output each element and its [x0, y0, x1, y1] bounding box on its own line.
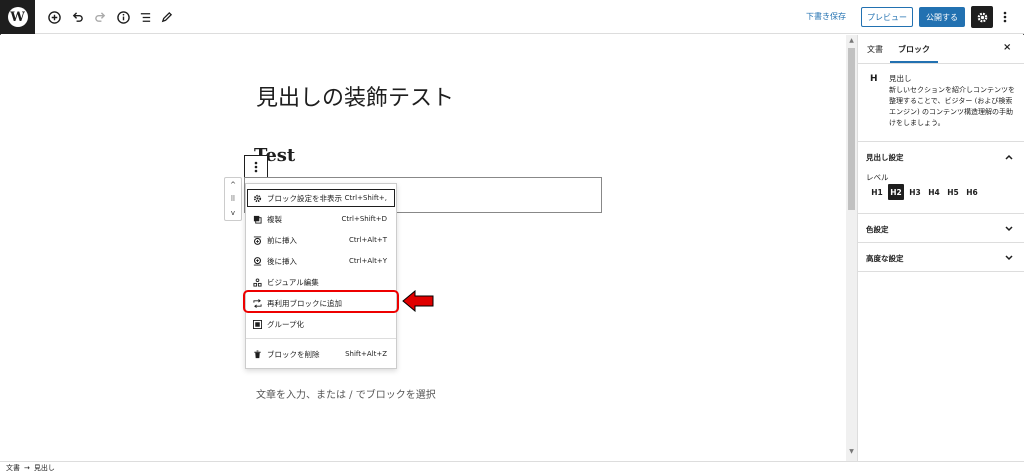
pencil-icon	[161, 11, 172, 22]
redo-icon	[94, 11, 105, 22]
chevron-down-icon: v	[230, 209, 236, 217]
breadcrumb-item-document[interactable]: 文書	[6, 463, 20, 473]
menu-item-shortcut: Ctrl+Alt+Y	[349, 257, 387, 265]
move-up-button[interactable]: ^	[225, 178, 241, 192]
level-h5-button[interactable]: H5	[945, 184, 961, 200]
wordpress-logo[interactable]: W	[0, 0, 35, 34]
breadcrumb-item-heading[interactable]: 見出し	[34, 463, 55, 473]
panel-title: 高度な設定	[866, 254, 904, 263]
sidebar-tabs: 文書 ブロック ×	[858, 35, 1024, 64]
level-h6-button[interactable]: H6	[964, 184, 980, 200]
menu-item-duplicate[interactable]: 複製 Ctrl+Shift+D	[246, 209, 396, 229]
list-view-icon	[140, 12, 150, 22]
level-h3-button[interactable]: H3	[907, 184, 923, 200]
breadcrumb: 文書 → 見出し	[0, 461, 1024, 474]
menu-item-label: ブロック設定を非表示	[267, 193, 342, 203]
preview-button[interactable]: プレビュー	[861, 7, 913, 27]
active-tab-indicator	[890, 61, 938, 63]
settings-button[interactable]	[971, 6, 993, 28]
menu-item-label: 後に挿入	[267, 256, 297, 266]
gear-icon	[977, 12, 987, 22]
editor-toolbar: W 下書き保存 プレビュー 公開する	[0, 0, 1024, 34]
chevron-down-icon	[1005, 226, 1013, 232]
save-draft-link[interactable]: 下書き保存	[806, 11, 846, 22]
wordpress-logo-icon: W	[7, 7, 28, 27]
list-view-button[interactable]	[136, 8, 154, 26]
heading-level-selector: H1 H2 H3 H4 H5 H6	[869, 184, 980, 200]
menu-item-label: ブロックを削除	[267, 349, 320, 359]
undo-icon	[72, 11, 83, 22]
insert-after-icon	[253, 256, 261, 266]
paragraph-placeholder[interactable]: 文章を入力、または / でブロックを選択	[256, 386, 436, 401]
menu-divider	[246, 338, 396, 339]
visual-edit-icon	[252, 277, 262, 287]
annotation-highlight-box	[243, 290, 399, 313]
menu-item-label: 前に挿入	[267, 235, 297, 245]
level-h4-button[interactable]: H4	[926, 184, 942, 200]
tools-button[interactable]	[157, 8, 175, 26]
gear-icon	[253, 194, 261, 202]
panel-advanced[interactable]: 高度な設定	[858, 243, 1024, 272]
trash-icon	[253, 349, 261, 358]
menu-item-shortcut: Ctrl+Shift+D	[341, 215, 388, 223]
drag-handle[interactable]: ⠿	[225, 192, 241, 206]
block-options-button[interactable]	[244, 155, 268, 177]
info-icon	[116, 10, 130, 24]
insert-before-icon	[253, 235, 261, 245]
panel-title[interactable]: 見出し設定	[866, 152, 904, 163]
drag-handle-icon: ⠿	[230, 195, 236, 203]
canvas-scrollbar-thumb[interactable]	[848, 48, 855, 210]
close-sidebar-button[interactable]: ×	[1003, 42, 1011, 53]
block-card-title: 見出し	[889, 74, 912, 83]
plus-circle-icon	[47, 10, 61, 24]
menu-item-insert-after[interactable]: 後に挿入 Ctrl+Alt+Y	[246, 251, 396, 271]
panel-title: 色設定	[866, 225, 889, 234]
post-title[interactable]: 見出しの装飾テスト	[256, 80, 454, 112]
menu-item-shortcut: Ctrl+Shift+,	[344, 194, 387, 202]
menu-item-shortcut: Ctrl+Alt+T	[349, 236, 387, 244]
tab-block[interactable]: ブロック	[898, 44, 930, 55]
block-card-description: 新しいセクションを紹介しコンテンツを整理することで、ビジター (および検索エンジ…	[889, 86, 1015, 127]
menu-item-insert-before[interactable]: 前に挿入 Ctrl+Alt+T	[246, 230, 396, 250]
more-options-button[interactable]	[999, 8, 1011, 26]
menu-item-label: 複製	[267, 214, 282, 224]
redo-button[interactable]	[91, 8, 109, 26]
menu-item-label: ビジュアル編集	[267, 277, 319, 287]
block-card: H 見出し 新しいセクションを紹介しコンテンツを整理することで、ビジター (およ…	[858, 64, 1024, 142]
annotation-arrow-icon	[402, 290, 434, 312]
chevron-up-icon[interactable]	[1004, 152, 1014, 162]
breadcrumb-separator: →	[24, 464, 30, 472]
group-icon	[252, 319, 262, 329]
scroll-down-arrow[interactable]: ▼	[847, 448, 856, 456]
info-button[interactable]	[114, 8, 132, 26]
level-h2-button[interactable]: H2	[888, 184, 904, 200]
publish-button[interactable]: 公開する	[919, 7, 965, 27]
add-block-button[interactable]	[45, 8, 63, 26]
menu-item-visual-edit[interactable]: ビジュアル編集	[246, 272, 396, 292]
level-h1-button[interactable]: H1	[869, 184, 885, 200]
block-options-menu: ブロック設定を非表示 Ctrl+Shift+, 複製 Ctrl+Shift+D …	[245, 183, 397, 369]
heading-block-icon: H	[870, 74, 878, 84]
menu-item-hide-block-settings[interactable]: ブロック設定を非表示 Ctrl+Shift+,	[246, 188, 396, 208]
more-vertical-icon	[254, 161, 258, 172]
menu-item-shortcut: Shift+Alt+Z	[345, 350, 387, 358]
menu-item-label: グループ化	[267, 319, 305, 329]
panel-color-settings[interactable]: 色設定	[858, 214, 1024, 243]
menu-item-group[interactable]: グループ化	[246, 314, 396, 334]
undo-button[interactable]	[68, 8, 86, 26]
settings-sidebar: 文書 ブロック × H 見出し 新しいセクションを紹介しコンテンツを整理すること…	[857, 35, 1024, 461]
scroll-up-arrow[interactable]: ▲	[847, 37, 856, 45]
move-down-button[interactable]: v	[225, 206, 241, 220]
menu-item-remove-block[interactable]: ブロックを削除 Shift+Alt+Z	[246, 344, 396, 364]
tab-document[interactable]: 文書	[867, 44, 883, 55]
level-label: レベル	[866, 173, 889, 182]
more-vertical-icon	[1003, 11, 1007, 23]
block-mover: ^ ⠿ v	[224, 177, 242, 221]
chevron-down-icon	[1005, 255, 1013, 261]
chevron-up-icon: ^	[230, 181, 236, 189]
duplicate-icon	[253, 215, 262, 224]
